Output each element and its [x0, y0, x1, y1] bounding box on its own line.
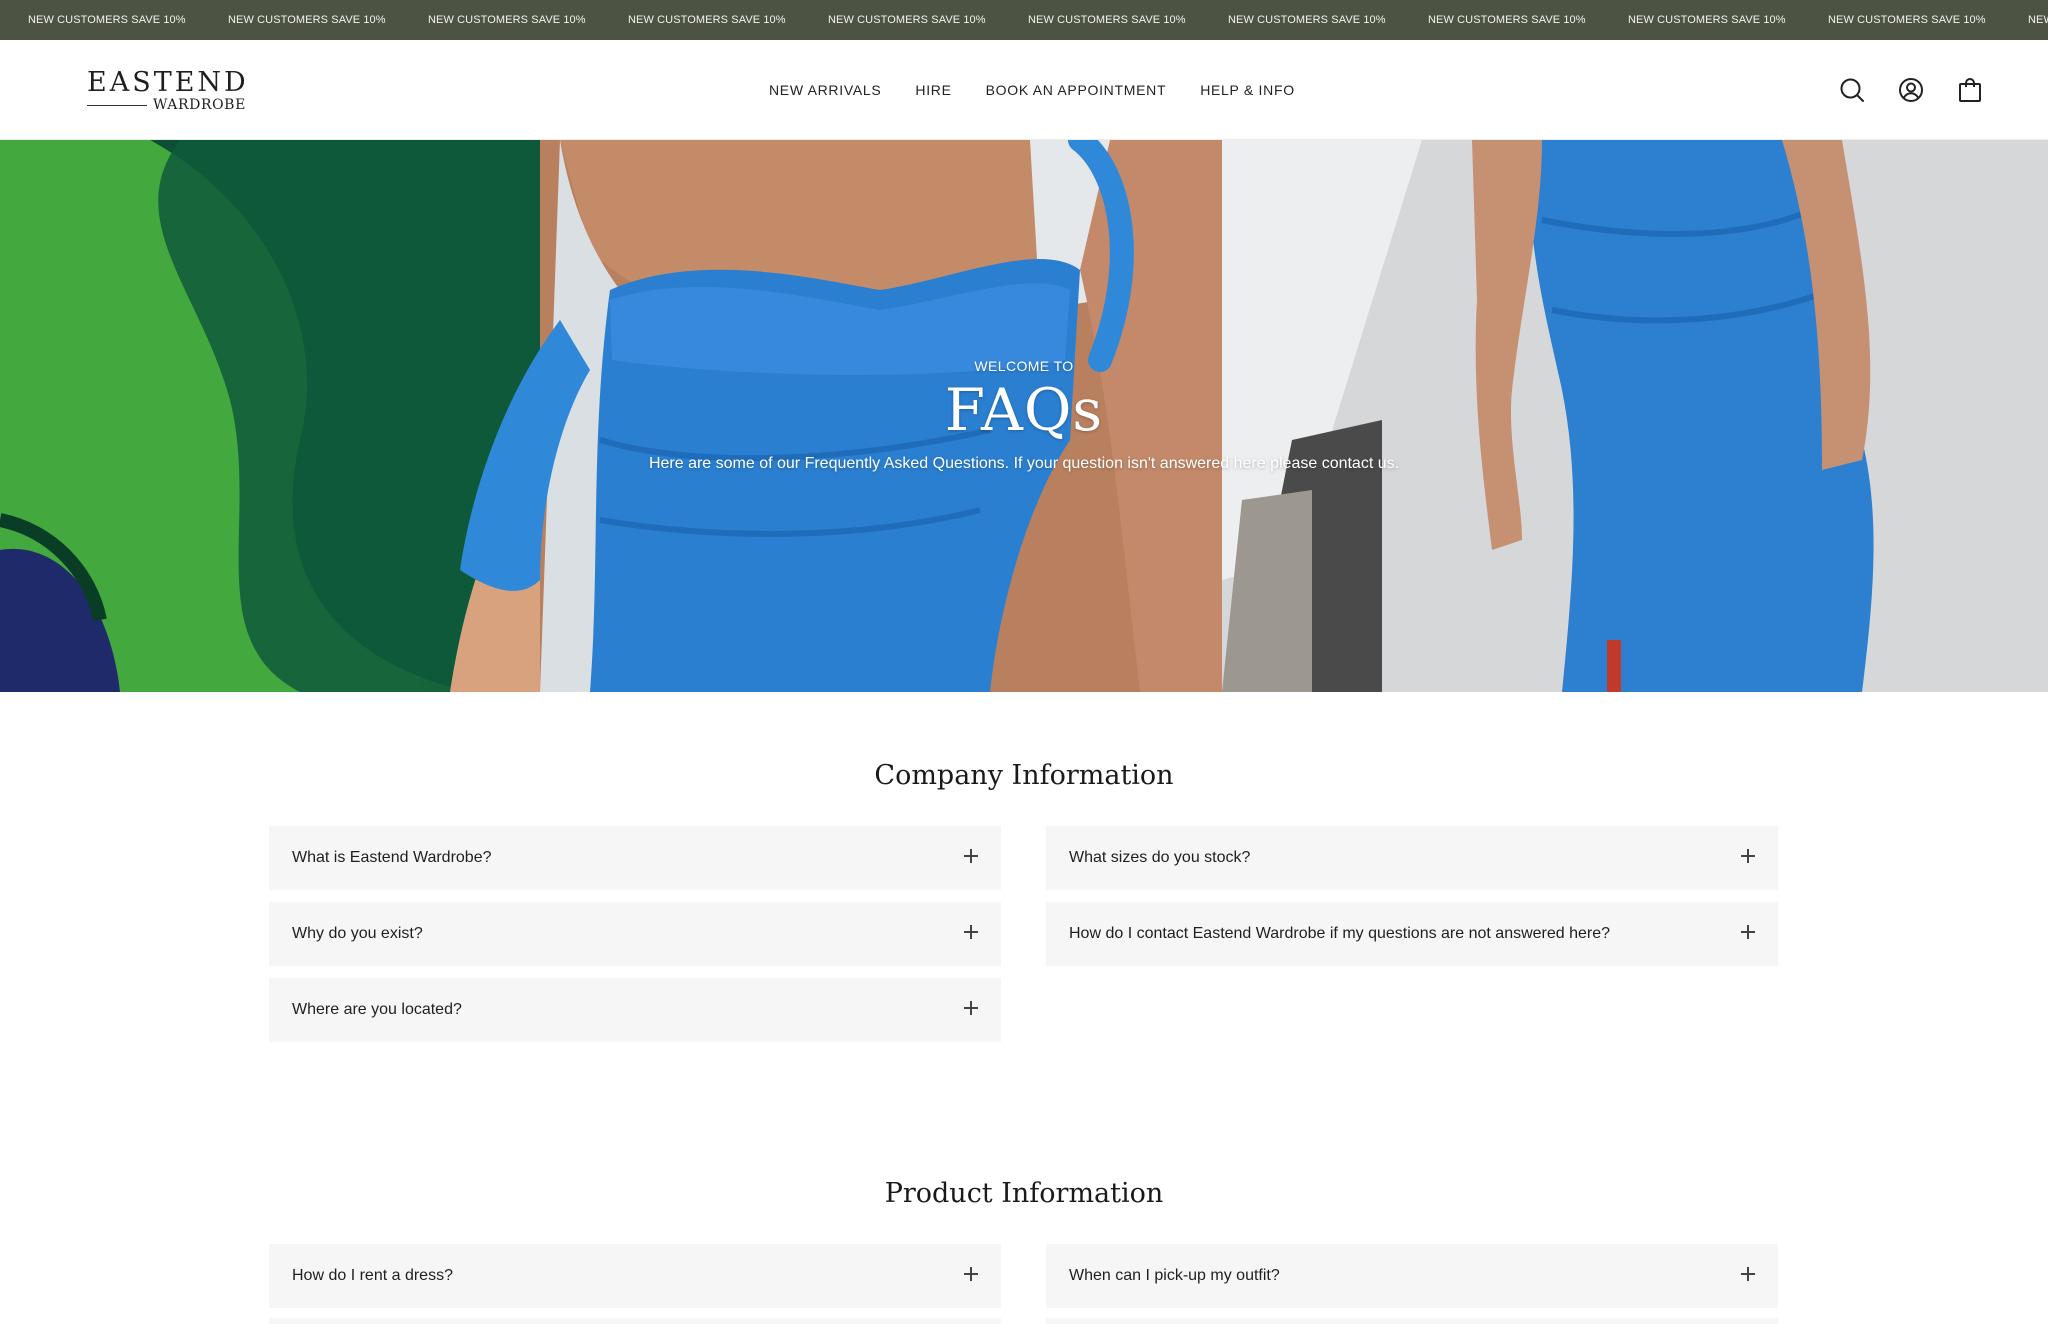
search-icon — [1840, 78, 1864, 102]
account-button[interactable] — [1897, 76, 1925, 104]
site-header: EASTEND WARDROBE NEW ARRIVALS HIRE BOOK … — [0, 40, 2048, 140]
faq-question: What is Eastend Wardrobe? — [292, 849, 492, 866]
faq-item-partial — [1046, 1318, 1778, 1324]
faq-item[interactable]: What is Eastend Wardrobe? — [269, 826, 1001, 890]
announcement-text: NEW CUSTOMERS SAVE 10% — [1428, 14, 1586, 26]
faq-question: Why do you exist? — [292, 925, 423, 942]
hero-text: WELCOME TO FAQs Here are some of our Fre… — [0, 358, 2048, 474]
faq-question: How do I rent a dress? — [292, 1267, 453, 1284]
faq-item[interactable]: How do I rent a dress? — [269, 1244, 1001, 1308]
cart-button[interactable] — [1956, 76, 1984, 104]
hero-banner: WELCOME TO FAQs Here are some of our Fre… — [0, 140, 2048, 692]
plus-icon — [1741, 849, 1755, 863]
account-icon — [1899, 78, 1923, 102]
faq-item[interactable]: Why do you exist? — [269, 902, 1001, 966]
plus-icon — [964, 1001, 978, 1015]
faq-item[interactable]: What sizes do you stock? — [1046, 826, 1778, 890]
plus-icon — [964, 849, 978, 863]
site-logo[interactable]: EASTEND WARDROBE — [87, 68, 247, 114]
header-icons — [1807, 40, 1984, 140]
announcement-text: NEW CUSTOMERS SAVE 10% — [1828, 14, 1986, 26]
faq-question: When can I pick-up my outfit? — [1069, 1267, 1280, 1284]
hero-eyebrow: WELCOME TO — [974, 358, 1074, 374]
logo-divider — [87, 105, 147, 106]
section-title-product: Product Information — [884, 1178, 1164, 1209]
announcement-text: NEW CUSTOMERS SAVE 10% — [1228, 14, 1386, 26]
nav-help-info[interactable]: HELP & INFO — [1200, 82, 1295, 98]
nav-book-appointment[interactable]: BOOK AN APPOINTMENT — [986, 82, 1167, 98]
announcement-text: NEW CUSTOMERS SAVE 10% — [1028, 14, 1186, 26]
announcement-bar: NEW CUSTOMERS SAVE 10% NEW CUSTOMERS SAV… — [0, 0, 2048, 40]
logo-sub-text: WARDROBE — [153, 97, 246, 113]
cart-icon — [1959, 78, 1981, 102]
announcement-text: NEW CUSTOMERS SAVE 10% — [2028, 14, 2048, 26]
announcement-text: NEW CUSTOMERS SAVE 10% — [628, 14, 786, 26]
announcement-text: NEW CUSTOMERS SAVE 10% — [428, 14, 586, 26]
nav-hire[interactable]: HIRE — [915, 82, 951, 98]
faq-item[interactable]: Where are you located? — [269, 978, 1001, 1042]
page-title: FAQs — [944, 376, 1104, 444]
announcement-track: NEW CUSTOMERS SAVE 10% NEW CUSTOMERS SAV… — [28, 0, 2048, 40]
section-title-company: Company Information — [874, 760, 1174, 791]
nav-new-arrivals[interactable]: NEW ARRIVALS — [769, 82, 881, 98]
faq-question: What sizes do you stock? — [1069, 849, 1251, 866]
plus-icon — [1741, 925, 1755, 939]
faq-question: Where are you located? — [292, 1001, 462, 1018]
faq-item[interactable]: How do I contact Eastend Wardrobe if my … — [1046, 902, 1778, 966]
announcement-text: NEW CUSTOMERS SAVE 10% — [1628, 14, 1786, 26]
logo-main-text: EASTEND — [87, 67, 249, 98]
search-button[interactable] — [1838, 76, 1866, 104]
faq-item[interactable]: When can I pick-up my outfit? — [1046, 1244, 1778, 1308]
faq-question: How do I contact Eastend Wardrobe if my … — [1069, 925, 1611, 942]
plus-icon — [1741, 1267, 1755, 1281]
announcement-text: NEW CUSTOMERS SAVE 10% — [228, 14, 386, 26]
main-nav: NEW ARRIVALS HIRE BOOK AN APPOINTMENT HE… — [769, 40, 1329, 140]
faq-item-partial — [269, 1318, 1001, 1324]
hero-subtitle: Here are some of our Frequently Asked Qu… — [648, 455, 1400, 472]
announcement-text: NEW CUSTOMERS SAVE 10% — [28, 14, 186, 26]
plus-icon — [964, 925, 978, 939]
plus-icon — [964, 1267, 978, 1281]
announcement-text: NEW CUSTOMERS SAVE 10% — [828, 14, 986, 26]
